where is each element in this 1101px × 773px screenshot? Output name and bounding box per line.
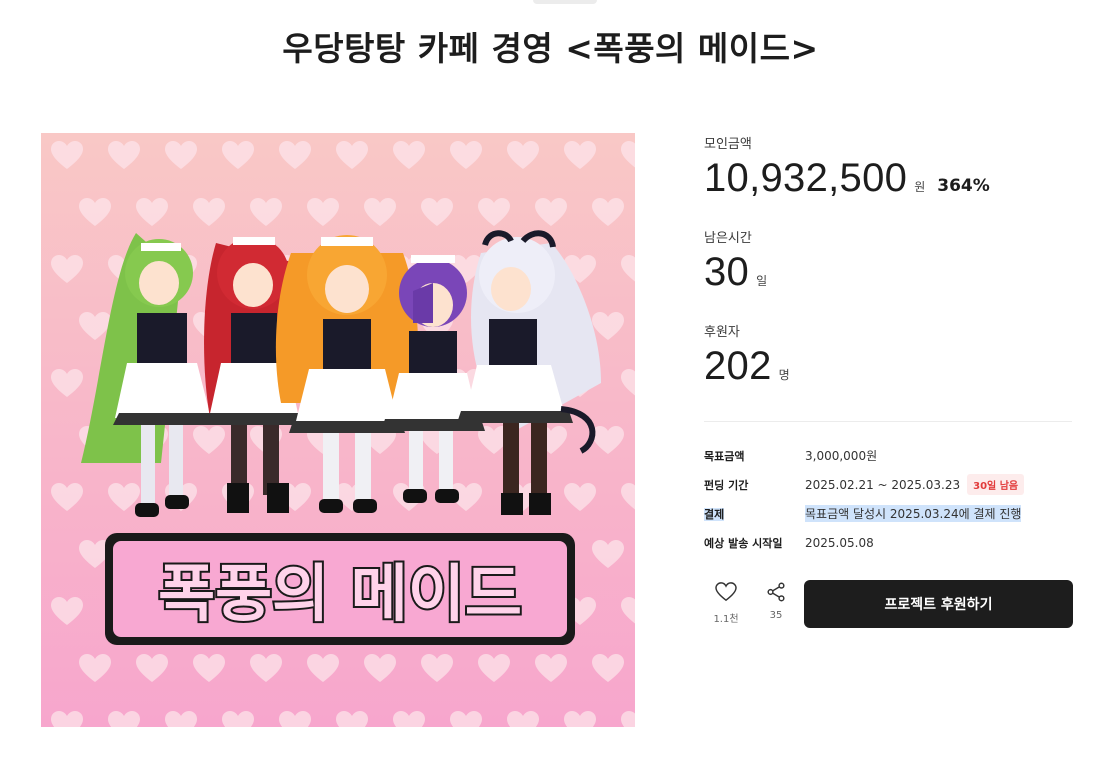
raised-percent: 364%	[937, 176, 990, 196]
heart-icon	[715, 582, 737, 602]
time-label: 남은시간	[704, 231, 752, 246]
ship-key: 예상 발송 시작일	[704, 536, 783, 550]
payment-key: 결제	[704, 507, 725, 521]
like-button[interactable]: 1.1천	[704, 582, 748, 625]
goal-row: 목표금액 3,000,000원	[704, 441, 1074, 470]
raised-block: 모인금액 10,932,500 원 364%	[704, 133, 1074, 227]
artwork-logo-text: 폭풍의 메이드	[158, 557, 522, 630]
days-left-badge: 30일 남음	[967, 474, 1025, 495]
raised-label: 모인금액	[704, 137, 752, 152]
like-count: 1.1천	[713, 614, 739, 625]
backers-unit: 명	[778, 368, 790, 382]
backers-label: 후원자	[704, 325, 740, 340]
backers-block: 후원자 202 명	[704, 321, 1074, 415]
raised-value: 10,932,500	[704, 156, 908, 200]
page-title: 우당탕탕 카페 경영 <폭풍의 메이드>	[282, 29, 819, 68]
divider	[704, 421, 1072, 422]
top-tab-handle	[533, 0, 597, 4]
raised-unit: 원	[914, 180, 926, 194]
payment-row: 결제 목표금액 달성시 2025.03.24에 결제 진행	[704, 499, 1074, 528]
backers-value: 202	[704, 344, 772, 388]
share-button[interactable]: 35	[754, 582, 798, 621]
goal-value: 3,000,000원	[805, 449, 878, 463]
time-block: 남은시간 30 일	[704, 227, 1074, 321]
artwork-logo: 폭풍의 메이드	[105, 533, 575, 645]
funding-stats: 모인금액 10,932,500 원 364% 남은시간 30 일 후원자 202…	[704, 133, 1074, 415]
time-value: 30	[704, 250, 750, 294]
ship-row: 예상 발송 시작일 2025.05.08	[704, 528, 1074, 557]
funding-info: 목표금액 3,000,000원 펀딩 기간 2025.02.21 ~ 2025.…	[704, 441, 1074, 557]
action-bar: 1.1천 35 프로젝트 후원하기	[704, 580, 1074, 628]
ship-value: 2025.05.08	[805, 535, 874, 550]
time-unit: 일	[756, 274, 768, 288]
period-key: 펀딩 기간	[704, 478, 749, 492]
goal-key: 목표금액	[704, 449, 745, 463]
share-count: 35	[769, 610, 783, 621]
back-project-button[interactable]: 프로젝트 후원하기	[804, 580, 1073, 628]
project-main-image: 폭풍의 메이드	[41, 133, 635, 727]
payment-value: 목표금액 달성시 2025.03.24에 결제 진행	[805, 505, 1022, 522]
period-row: 펀딩 기간 2025.02.21 ~ 2025.03.23 30일 남음	[704, 470, 1074, 499]
period-value: 2025.02.21 ~ 2025.03.23	[805, 477, 961, 492]
share-icon	[767, 582, 785, 602]
